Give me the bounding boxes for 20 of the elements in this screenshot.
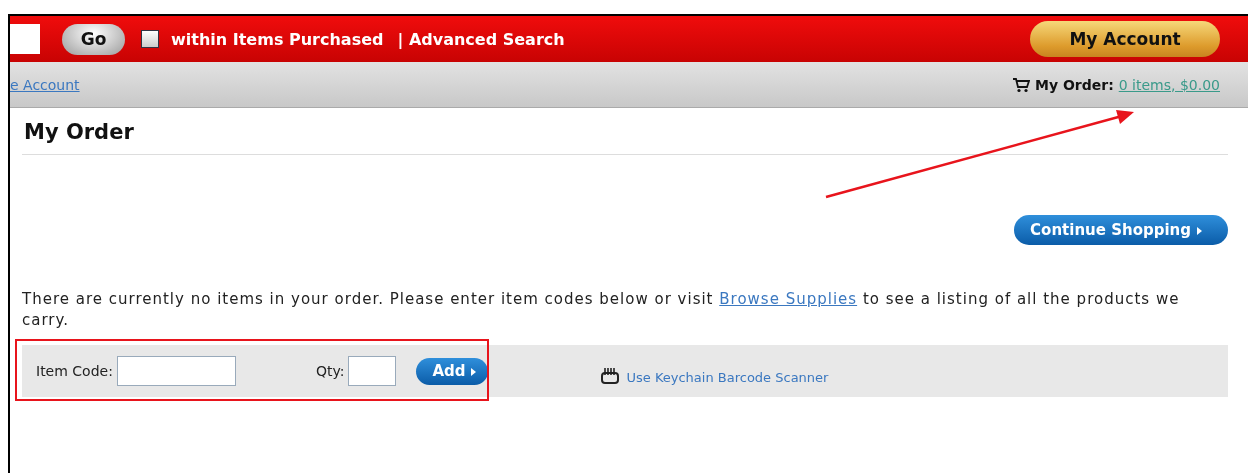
- account-link[interactable]: e Account: [10, 76, 80, 93]
- qty-field[interactable]: [348, 356, 397, 386]
- scanner-icon: [600, 367, 621, 385]
- barcode-scanner-link[interactable]: Use Keychain Barcode Scanner: [626, 370, 829, 385]
- my-order-label: My Order:: [1034, 76, 1114, 93]
- qty-label: Qty:: [315, 363, 345, 379]
- my-account-button[interactable]: My Account: [1030, 21, 1220, 57]
- go-button[interactable]: Go: [62, 23, 125, 55]
- checkbox-label: within Items Purchased: [171, 29, 384, 49]
- cart-icon: [1011, 76, 1030, 93]
- continue-shopping-button[interactable]: Continue Shopping: [1014, 215, 1228, 245]
- item-code-label: Item Code:: [36, 363, 113, 379]
- checkbox[interactable]: [141, 30, 159, 48]
- search-field[interactable]: [10, 24, 40, 54]
- add-button[interactable]: Add: [416, 357, 489, 385]
- empty-order-message: There are currently no items in your order. Please enter item codes below or visit Browse Supplies to see a listing of all the products we carry.: [22, 289, 1181, 331]
- item-code-field[interactable]: [116, 356, 236, 386]
- browse-supplies-link[interactable]: Browse Supplies: [719, 290, 858, 308]
- advanced-search-link[interactable]: | Advanced Search: [397, 29, 565, 49]
- page-title: My Order: [24, 120, 134, 144]
